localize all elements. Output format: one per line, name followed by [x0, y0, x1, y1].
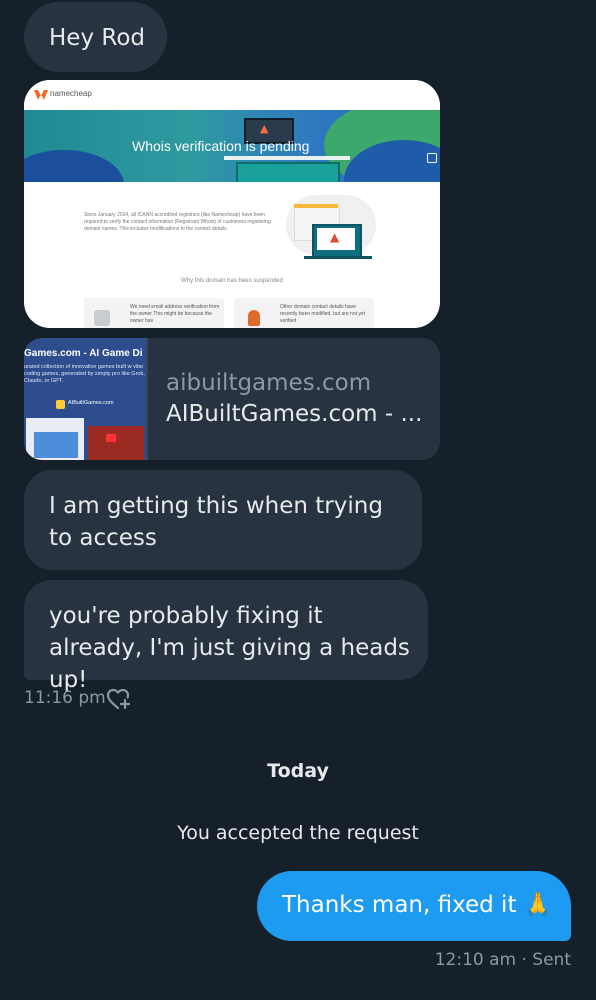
namecheap-brand: namecheap — [50, 89, 92, 98]
hero-banner: ▲ Whois verification is pending — [24, 110, 440, 182]
image-attachment[interactable]: namecheap ▲ Whois verification is pendin… — [24, 80, 440, 328]
alert-icon: ▲ — [330, 230, 340, 244]
link-preview-card[interactable]: Games.com - AI Game Di urated collection… — [24, 338, 440, 460]
person-icon — [248, 310, 260, 326]
message-timestamp: 11:16 pm — [24, 688, 106, 708]
chat-widget-icon — [427, 153, 437, 163]
reason-card: We need email address verification from … — [84, 298, 224, 328]
thumbnail-description: urated collection of innovative games bu… — [24, 364, 145, 384]
namecheap-logo-icon — [34, 90, 48, 100]
heart-plus-icon[interactable] — [106, 687, 132, 711]
reason-text: We need email address verification from … — [130, 304, 220, 324]
system-message: You accepted the request — [177, 822, 419, 844]
warning-icon: ▲ — [260, 122, 269, 135]
reason-card: Other domain contact details have recent… — [234, 298, 374, 328]
message-text: you're probably fixing it already, I'm j… — [49, 603, 410, 693]
why-heading: Why this domain has been suspended — [181, 278, 283, 284]
link-domain: aibuiltgames.com — [166, 370, 372, 396]
reason-text: Other domain contact details have recent… — [280, 304, 366, 324]
message-bubble-outgoing[interactable]: Thanks man, fixed it 🙏 — [257, 871, 571, 941]
thumbnail-title: Games.com - AI Game Di — [24, 348, 143, 359]
message-text: Thanks man, fixed it 🙏 — [282, 892, 553, 918]
message-text: I am getting this when trying to access — [49, 493, 383, 551]
message-bubble-access-issue[interactable]: I am getting this when trying to access — [24, 470, 422, 570]
message-text: Hey Rod — [49, 25, 145, 51]
thumbnail-brand: AIBuiltGames.com — [68, 400, 114, 406]
message-status: 12:10 am · Sent — [434, 950, 571, 970]
hero-title: Whois verification is pending — [132, 138, 310, 154]
namecheap-header: namecheap — [24, 80, 440, 111]
verification-body-text: Since January 2014, all ICANN accredited… — [84, 212, 271, 232]
game-screenshot — [26, 418, 84, 460]
link-thumbnail: Games.com - AI Game Di urated collection… — [24, 338, 146, 460]
link-title: AIBuiltGames.com - ... — [166, 401, 423, 427]
game-screenshot — [88, 426, 144, 460]
site-logo-icon — [56, 400, 65, 409]
envelope-icon — [94, 310, 110, 326]
message-bubble-greeting[interactable]: Hey Rod — [24, 2, 167, 72]
day-separator: Today — [267, 760, 329, 782]
message-bubble-fixing-note[interactable]: you're probably fixing it already, I'm j… — [24, 580, 428, 693]
